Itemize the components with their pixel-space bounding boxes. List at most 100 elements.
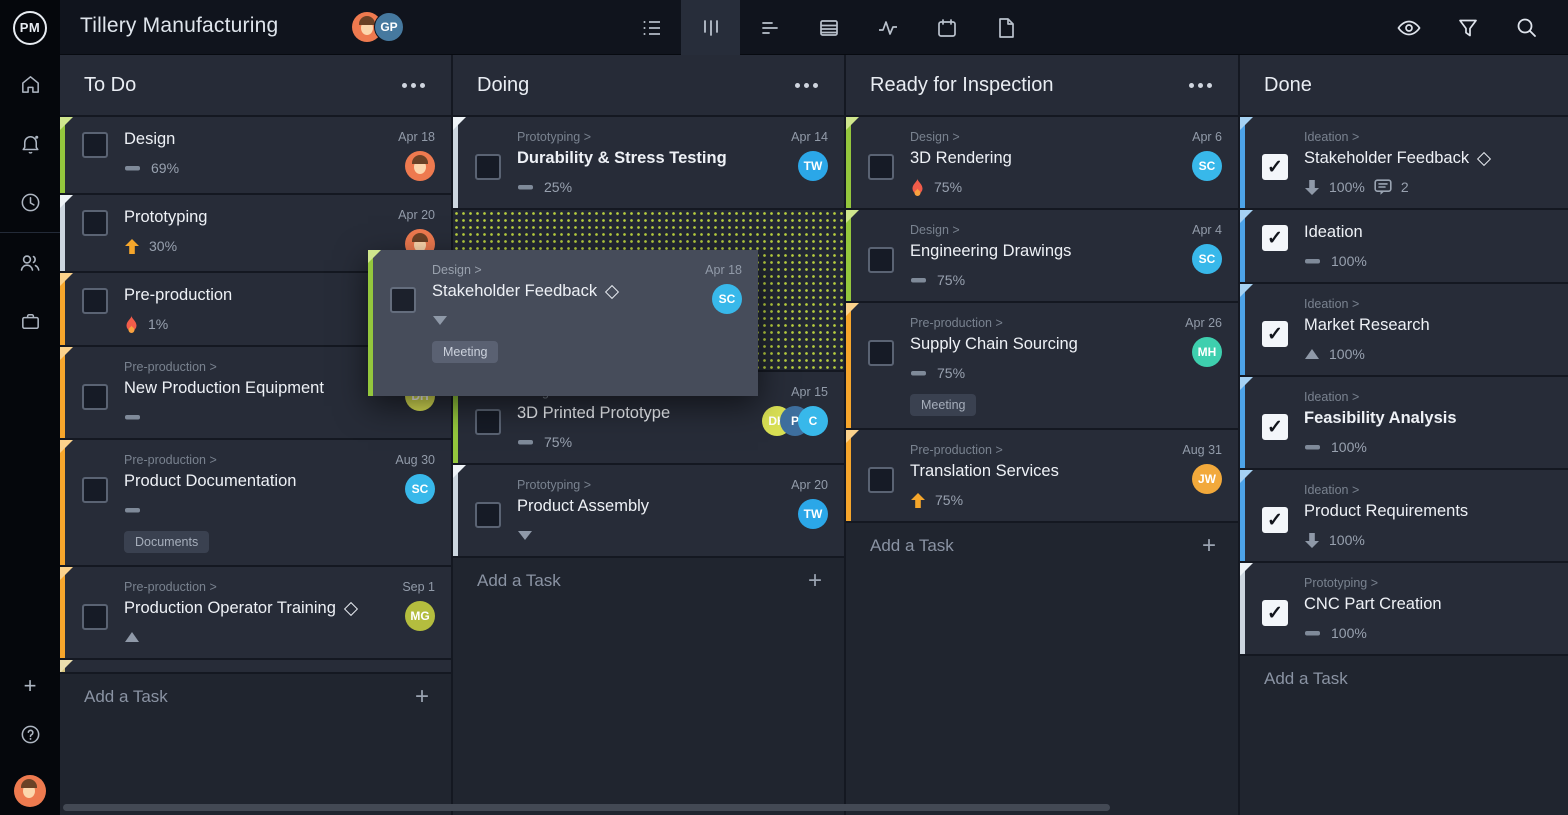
- task-checkbox[interactable]: ✓: [1262, 225, 1288, 251]
- dragged-task-card[interactable]: Design >Stakeholder FeedbackMeetingApr 1…: [368, 250, 758, 396]
- task-card[interactable]: ✓Prototyping >CNC Part Creation100%: [1240, 563, 1568, 656]
- task-tag[interactable]: Meeting: [910, 394, 976, 416]
- sidebar-add-button[interactable]: +: [24, 673, 37, 699]
- task-card[interactable]: Design69%Apr 18: [60, 117, 451, 195]
- add-task-button[interactable]: Add a Task +: [1240, 656, 1568, 702]
- task-title[interactable]: Production Operator Training: [124, 599, 336, 618]
- task-title[interactable]: Translation Services: [910, 462, 1059, 481]
- tab-board-view[interactable]: [681, 0, 740, 55]
- project-members[interactable]: GP: [352, 12, 404, 42]
- assignee-avatar[interactable]: SC: [1192, 151, 1222, 181]
- task-title[interactable]: 3D Printed Prototype: [517, 404, 670, 423]
- user-avatar[interactable]: [14, 775, 46, 807]
- task-checkbox[interactable]: [868, 154, 894, 180]
- task-checkbox[interactable]: [82, 288, 108, 314]
- task-card[interactable]: ✓Ideation100%: [1240, 210, 1568, 284]
- task-title[interactable]: Feasibility Analysis: [1304, 409, 1457, 428]
- assignee-avatar[interactable]: JW: [1192, 464, 1222, 494]
- task-checkbox[interactable]: [82, 210, 108, 236]
- sidebar-item-home[interactable]: [0, 55, 60, 114]
- task-title[interactable]: New Production Equipment: [124, 379, 324, 398]
- tab-sheet-view[interactable]: [799, 0, 858, 55]
- assignee-avatar[interactable]: TW: [798, 499, 828, 529]
- task-breadcrumb[interactable]: Ideation >: [1304, 130, 1568, 144]
- task-checkbox[interactable]: [82, 604, 108, 630]
- task-card[interactable]: Pre-production > Production Operator Trai…: [60, 567, 451, 660]
- task-title[interactable]: 3D Rendering: [910, 149, 1012, 168]
- assignee-avatar[interactable]: SC: [712, 284, 742, 314]
- assignee-avatar[interactable]: MH: [1192, 337, 1222, 367]
- sidebar-item-recent[interactable]: [0, 173, 60, 232]
- task-checkbox[interactable]: [82, 132, 108, 158]
- task-title[interactable]: Stakeholder Feedback: [432, 282, 597, 301]
- task-title[interactable]: Design: [124, 130, 175, 149]
- task-checkbox[interactable]: [868, 340, 894, 366]
- task-title[interactable]: Product Documentation: [124, 472, 296, 491]
- task-breadcrumb[interactable]: Design >: [432, 263, 697, 277]
- tab-timeline-view[interactable]: [740, 0, 799, 55]
- task-checkbox[interactable]: [868, 247, 894, 273]
- task-breadcrumb[interactable]: Prototyping >: [517, 130, 783, 144]
- task-breadcrumb[interactable]: Ideation >: [1304, 390, 1568, 404]
- task-card[interactable]: Design >Engineering Drawings75%Apr 4SC: [846, 210, 1238, 303]
- task-breadcrumb[interactable]: Pre-production >: [124, 580, 394, 594]
- tab-list-view[interactable]: [622, 0, 681, 55]
- add-task-button[interactable]: Add a Task +: [846, 523, 1238, 569]
- task-title[interactable]: Market Research: [1304, 316, 1430, 335]
- task-card[interactable]: Pre-production > Product Documentation Doc…: [60, 440, 451, 567]
- task-breadcrumb[interactable]: Design >: [910, 223, 1184, 237]
- task-breadcrumb[interactable]: Prototyping >: [1304, 576, 1568, 590]
- task-title[interactable]: Supply Chain Sourcing: [910, 335, 1078, 354]
- task-card[interactable]: ✓Ideation >Market Research100%TodayG: [1240, 284, 1568, 377]
- tab-calendar-view[interactable]: [917, 0, 976, 55]
- tab-activity-view[interactable]: [858, 0, 917, 55]
- filter-button[interactable]: [1438, 0, 1497, 55]
- task-card[interactable]: ✓Ideation >Product Requirements100%: [1240, 470, 1568, 563]
- task-card[interactable]: Design >3D Rendering75%Apr 6SC: [846, 117, 1238, 210]
- task-title[interactable]: Durability & Stress Testing: [517, 149, 727, 168]
- horizontal-scrollbar[interactable]: [63, 804, 1110, 811]
- task-title[interactable]: Pre-production: [124, 286, 232, 305]
- task-title[interactable]: Stakeholder Feedback: [1304, 149, 1469, 168]
- tab-docs-view[interactable]: [976, 0, 1035, 55]
- assignee-avatar[interactable]: MG: [405, 601, 435, 631]
- sidebar-item-notifications[interactable]: [0, 114, 60, 173]
- search-button[interactable]: [1497, 0, 1556, 55]
- task-checkbox[interactable]: ✓: [1262, 321, 1288, 347]
- task-breadcrumb[interactable]: Pre-production >: [124, 453, 387, 467]
- column-menu-button[interactable]: [1187, 77, 1214, 94]
- assignee-avatar[interactable]: TW: [798, 151, 828, 181]
- task-breadcrumb[interactable]: Pre-production >: [910, 316, 1177, 330]
- task-checkbox[interactable]: [868, 467, 894, 493]
- task-card[interactable]: Pre-production >Translation Services75%A…: [846, 430, 1238, 523]
- task-tag[interactable]: Documents: [124, 531, 209, 553]
- add-task-button[interactable]: Add a Task +: [453, 558, 844, 604]
- task-card[interactable]: ✓Ideation >Feasibility Analysis100%: [1240, 377, 1568, 470]
- sidebar-help-button[interactable]: [19, 723, 42, 751]
- task-breadcrumb[interactable]: Ideation >: [1304, 483, 1568, 497]
- task-card[interactable]: ✓Ideation >Stakeholder Feedback100%2: [1240, 117, 1568, 210]
- task-title[interactable]: CNC Part Creation: [1304, 595, 1442, 614]
- task-title[interactable]: Product Requirements: [1304, 502, 1468, 521]
- member-avatar[interactable]: GP: [374, 12, 404, 42]
- task-title[interactable]: Engineering Drawings: [910, 242, 1071, 261]
- task-checkbox[interactable]: [390, 287, 416, 313]
- task-checkbox[interactable]: [82, 477, 108, 503]
- assignee-avatar[interactable]: C: [798, 406, 828, 436]
- task-checkbox[interactable]: ✓: [1262, 507, 1288, 533]
- task-card[interactable]: Pre-production >Supply Chain Sourcing75%…: [846, 303, 1238, 430]
- task-breadcrumb[interactable]: Design >: [910, 130, 1184, 144]
- add-task-button[interactable]: Add a Task +: [60, 674, 451, 720]
- task-checkbox[interactable]: ✓: [1262, 600, 1288, 626]
- task-title[interactable]: Ideation: [1304, 223, 1363, 242]
- sidebar-item-portfolio[interactable]: [0, 292, 60, 351]
- task-checkbox[interactable]: [82, 384, 108, 410]
- task-breadcrumb[interactable]: Pre-production >: [910, 443, 1174, 457]
- assignee-avatar[interactable]: [405, 151, 435, 181]
- task-card[interactable]: Prototyping > Durability & Stress Testing…: [453, 117, 844, 210]
- task-breadcrumb[interactable]: Pre-production >: [124, 360, 390, 374]
- task-checkbox[interactable]: [475, 409, 501, 435]
- visibility-button[interactable]: [1379, 0, 1438, 55]
- task-checkbox[interactable]: ✓: [1262, 414, 1288, 440]
- task-tag[interactable]: Meeting: [432, 341, 498, 363]
